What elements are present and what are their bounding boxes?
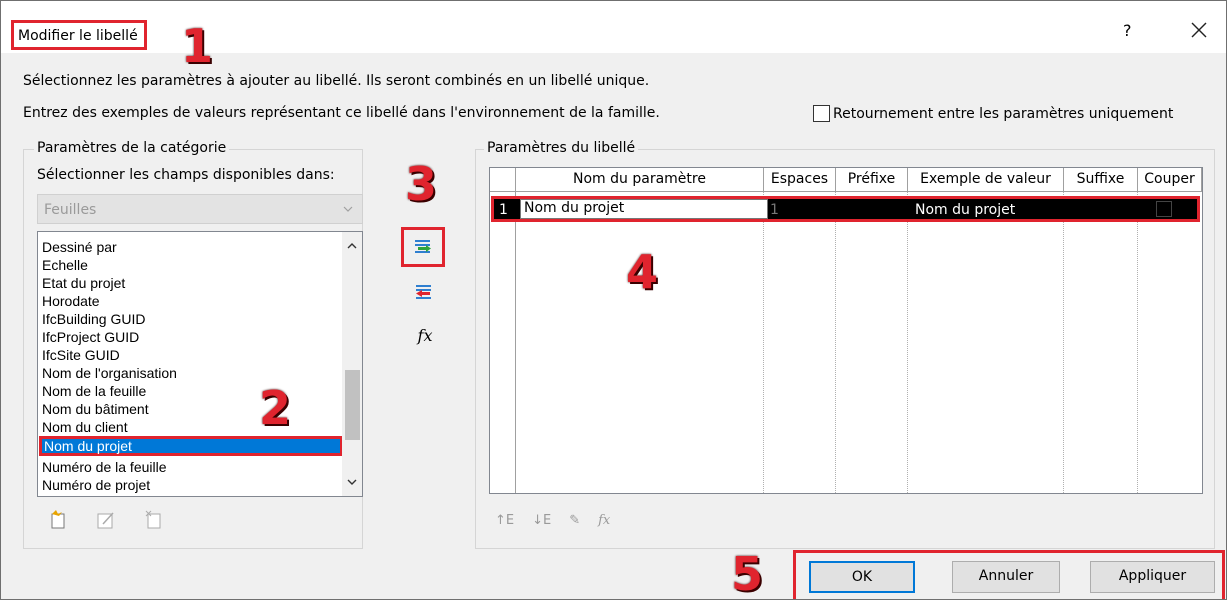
row-index: 1 (499, 202, 508, 218)
new-parameter-icon[interactable] (47, 509, 69, 531)
cancel-button[interactable]: Annuler (952, 561, 1060, 593)
description-line-2: Entrez des exemples de valeurs représent… (23, 105, 660, 121)
column-header[interactable]: Exemple de valeur (908, 168, 1064, 192)
callout-2: 2 (259, 381, 292, 435)
list-item[interactable]: IfcProject GUID (42, 328, 139, 346)
move-down-icon[interactable]: ↓E (532, 513, 551, 528)
flip-params-option[interactable]: Retournement entre les paramètres unique… (813, 105, 1173, 122)
list-item[interactable]: IfcSite GUID (42, 346, 120, 364)
callout-1: 1 (181, 19, 214, 73)
row-header-corner (490, 168, 516, 192)
edit-label-dialog: Modifier le libellé ? Sélectionnez les p… (0, 0, 1227, 600)
spaces-field[interactable]: 1 (770, 202, 779, 218)
list-item[interactable]: Numéro de la feuille (42, 458, 167, 476)
category-params-heading: Paramètres de la catégorie (34, 140, 230, 156)
wrap-checkbox[interactable] (1156, 201, 1172, 217)
list-item[interactable]: Nom du bâtiment (42, 400, 149, 418)
help-button[interactable]: ? (1123, 21, 1132, 40)
scrollbar-thumb[interactable] (345, 370, 360, 440)
column-divider (907, 192, 908, 493)
add-parameter-button[interactable] (401, 227, 445, 267)
table-toolbar: ↑E ↓E ✎ fx (495, 513, 610, 528)
callout-4: 4 (626, 245, 659, 299)
remove-parameter-button[interactable] (409, 278, 437, 306)
dialog-title: Modifier le libellé (11, 20, 147, 50)
table-row[interactable]: 1 Nom du projet 1 Nom du projet (491, 196, 1200, 222)
close-button[interactable] (1184, 15, 1214, 45)
chevron-down-icon (343, 206, 353, 212)
list-item[interactable]: Echelle (42, 256, 88, 274)
column-header[interactable]: Espaces (764, 168, 836, 192)
category-combo-value: Feuilles (44, 202, 97, 218)
chevron-up-icon[interactable] (346, 240, 358, 252)
column-header[interactable]: Nom du paramètre (516, 168, 764, 192)
list-item[interactable]: Nom de l'organisation (42, 364, 177, 382)
list-item[interactable]: Horodate (42, 292, 100, 310)
formula-button[interactable]: fx (411, 321, 439, 349)
list-toolbar (47, 509, 165, 531)
flip-params-label: Retournement entre les paramètres unique… (833, 105, 1174, 122)
column-divider (1137, 192, 1138, 493)
flip-params-checkbox[interactable] (813, 105, 830, 122)
move-up-icon[interactable]: ↑E (495, 513, 514, 528)
close-icon (1191, 22, 1207, 38)
edit-parameter-icon[interactable] (95, 509, 117, 531)
example-value-field[interactable]: Nom du projet (915, 202, 1015, 218)
column-header[interactable]: Préfixe (836, 168, 908, 192)
list-item[interactable]: Dessiné par (42, 238, 117, 256)
column-divider (763, 192, 764, 493)
available-params-list[interactable]: Dessiné par Echelle Etat du projet Horod… (37, 231, 363, 497)
column-divider (1063, 192, 1064, 493)
category-combo[interactable]: Feuilles (37, 194, 363, 224)
column-header[interactable]: Couper (1138, 168, 1202, 192)
label-params-heading: Paramètres du libellé (484, 140, 639, 156)
formula-edit-icon[interactable]: fx (598, 513, 610, 528)
delete-parameter-icon[interactable] (143, 509, 165, 531)
ok-button[interactable]: OK (809, 561, 915, 593)
list-scrollbar[interactable] (342, 232, 362, 496)
column-divider (835, 192, 836, 493)
remove-from-label-icon (416, 285, 431, 299)
list-item[interactable]: IfcBuilding GUID (42, 310, 145, 328)
list-item[interactable]: Nom de la feuille (42, 382, 146, 400)
edit-param-icon[interactable]: ✎ (569, 513, 580, 528)
description-line-1: Sélectionnez les paramètres à ajouter au… (23, 73, 650, 89)
available-fields-label: Sélectionner les champs disponibles dans… (37, 167, 335, 183)
fx-icon: fx (417, 325, 433, 345)
label-params-table[interactable]: Nom du paramètre Espaces Préfixe Exemple… (489, 167, 1203, 494)
add-to-label-icon (415, 240, 431, 253)
list-item[interactable]: Numéro de projet (42, 476, 150, 494)
list-item[interactable]: Nom du client (42, 418, 128, 436)
apply-button[interactable]: Appliquer (1090, 561, 1215, 593)
chevron-down-icon[interactable] (346, 476, 358, 488)
list-item[interactable]: Etat du projet (42, 274, 125, 292)
parameter-name-field[interactable]: Nom du projet (520, 199, 768, 219)
callout-3: 3 (405, 157, 438, 211)
column-header[interactable]: Suffixe (1064, 168, 1138, 192)
row-number-column (490, 192, 516, 493)
callout-5: 5 (731, 547, 764, 600)
list-item-selected[interactable]: Nom du projet (39, 436, 343, 456)
